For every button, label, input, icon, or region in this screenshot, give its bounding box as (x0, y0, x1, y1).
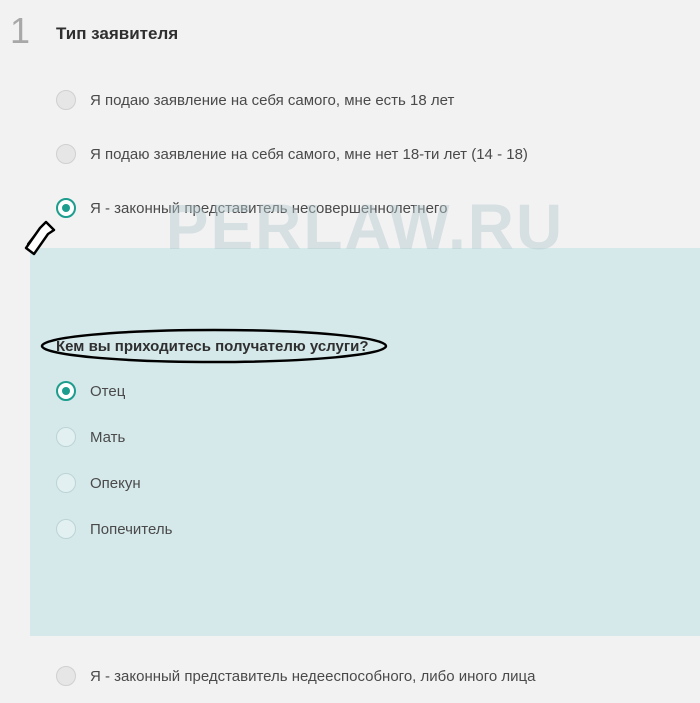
option-label: Мать (90, 429, 125, 446)
radio-icon (56, 427, 76, 447)
option-label: Отец (90, 383, 125, 400)
radio-icon (56, 381, 76, 401)
step-title: Тип заявителя (56, 24, 178, 44)
step-number: 1 (10, 10, 30, 52)
relation-option-trustee[interactable]: Попечитель (56, 511, 674, 547)
applicant-type-options: Я подаю заявление на себя самого, мне ес… (56, 80, 690, 242)
relation-option-father[interactable]: Отец (56, 373, 674, 409)
option-label: Я - законный представитель недееспособно… (90, 668, 535, 685)
applicant-type-options-cont: Я - законный представитель недееспособно… (56, 660, 690, 692)
option-legal-rep-minor[interactable]: Я - законный представитель несовершеннол… (56, 188, 690, 228)
radio-icon (56, 519, 76, 539)
option-label: Опекун (90, 475, 141, 492)
relation-option-guardian[interactable]: Опекун (56, 465, 674, 501)
radio-icon (56, 90, 76, 110)
relation-option-mother[interactable]: Мать (56, 419, 674, 455)
option-label: Попечитель (90, 521, 172, 538)
sub-question: Кем вы приходитесь получателю услуги? (56, 338, 674, 355)
form-page: 1 Тип заявителя Я подаю заявление на себ… (0, 0, 700, 703)
option-self-minor[interactable]: Я подаю заявление на себя самого, мне не… (56, 134, 690, 174)
option-label: Я подаю заявление на себя самого, мне ес… (90, 92, 454, 109)
option-label: Я подаю заявление на себя самого, мне не… (90, 146, 528, 163)
option-legal-rep-incap[interactable]: Я - законный представитель недееспособно… (56, 660, 690, 692)
option-label: Я - законный представитель несовершеннол… (90, 200, 447, 217)
radio-icon (56, 666, 76, 686)
radio-icon (56, 198, 76, 218)
option-self-adult[interactable]: Я подаю заявление на себя самого, мне ес… (56, 80, 690, 120)
radio-icon (56, 144, 76, 164)
relation-options: Отец Мать Опекун Попечитель (56, 373, 674, 547)
relation-sub-panel: PERLAW.RU Кем вы приходитесь получателю … (30, 248, 700, 636)
radio-icon (56, 473, 76, 493)
